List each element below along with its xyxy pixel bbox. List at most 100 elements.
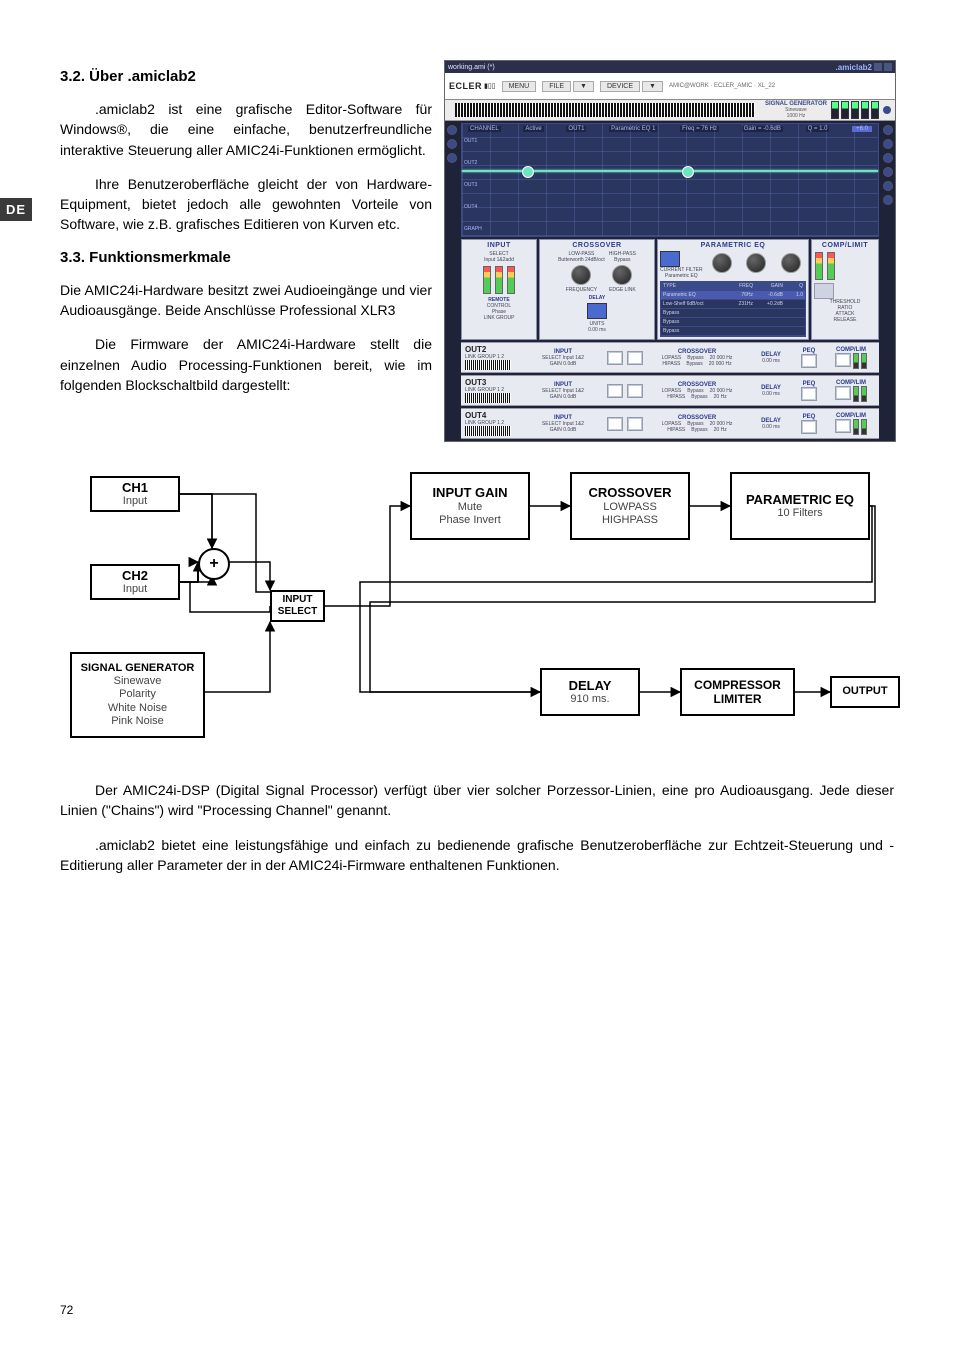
out-cl-button[interactable] [835,386,851,400]
box-complimiter: COMPRESSOR LIMITER [680,668,795,716]
panel-peq: PARAMETRIC EQ CURRENT FILTER Parametric … [657,239,809,340]
xover-freq-label: FREQUENCY [558,287,605,293]
xover-low-knob[interactable] [571,265,591,285]
app-toolbar: ECLER ▮▯▯ MENU FILE ▼ DEVICE ▼ AMIC@WORK… [445,73,895,100]
input-select-value[interactable]: Input 1&2add [464,257,534,263]
box-delay: DELAY 910 ms. [540,668,640,716]
out-cl-meter [861,419,867,435]
input-meter [495,266,503,294]
power-icon[interactable] [883,106,891,114]
out-delay-val[interactable]: 0.00 ms [762,424,780,430]
out-cl-meter [853,386,859,402]
graph-out: OUT1 [566,126,586,132]
heading-3-2: 3.2. Über .amiclab2 [60,68,432,85]
out-phase-button[interactable] [627,417,643,431]
out-input-gain[interactable]: GAIN 0.0dB [550,427,577,433]
paragraph-3: Die AMIC24i-Hardware besitzt zwei Audioe… [60,280,432,321]
peq-type-val[interactable]: Parametric EQ [660,273,703,279]
siggen-meters [831,101,879,119]
out-hipass: HIPASS [662,361,680,367]
block-diagram: CH1 Input CH2 Input + SIGNAL GENERATOR S… [60,462,894,762]
side-dot[interactable] [883,195,893,205]
xover-edgelink[interactable]: EDGE LINK [609,287,636,293]
out-hipass: HIPASS [667,427,685,433]
graph-edit-badge[interactable]: +6.0 [852,126,872,132]
out-strip[interactable]: OUT2 LINK GROUP 1 2 INPUT SELECT Input 1… [461,342,879,373]
out-strip[interactable]: OUT4 LINK GROUP 1 2 INPUT SELECT Input 1… [461,408,879,439]
panel-input-title: INPUT [464,242,534,249]
paragraph-5: Der AMIC24i-DSP (Digital Signal Processo… [60,780,894,821]
titlebar-filename: working.ami (*) [448,64,495,71]
titlebar-min-icon[interactable] [874,63,882,71]
input-linkgroup[interactable]: LINK GROUP [464,315,534,321]
peq-q-knob[interactable] [781,253,801,273]
panel-input: INPUT SELECT Input 1&2add REMOTE CONTROL [461,239,537,340]
side-dot[interactable] [883,181,893,191]
out-phase-button[interactable] [627,384,643,398]
out-display [465,360,511,370]
eq-handle[interactable] [682,166,694,178]
paragraph-2: Ihre Benutzeroberfläche gleicht der von … [60,174,432,235]
out-cl-button[interactable] [835,419,851,433]
left-sidebar [445,121,459,441]
input-meter [483,266,491,294]
side-dot[interactable] [883,153,893,163]
out-mute-button[interactable] [607,351,623,365]
toolbar-logo-icon: ▮▯▯ [484,82,496,90]
panel-delay-title: DELAY [542,295,652,301]
out-cl-meter [861,353,867,369]
delay-display[interactable] [587,303,607,319]
xover-bypass[interactable]: Bypass [609,257,636,263]
siggen-display [455,103,755,117]
out-peq-button[interactable] [801,387,817,401]
side-dot[interactable] [883,167,893,177]
toolbar-file[interactable]: FILE [542,81,571,92]
page-number: 72 [60,1303,73,1317]
out-hipass-freq: 20 000 Hz [709,361,732,367]
graph-gain: Gain = -0.6dB [742,126,783,132]
titlebar-close-icon[interactable] [884,63,892,71]
out-peq-button[interactable] [801,420,817,434]
cl-display[interactable] [814,283,834,299]
toolbar-device[interactable]: DEVICE [600,81,640,92]
out-input-gain[interactable]: GAIN 0.0dB [550,394,577,400]
cl-release: RELEASE [814,317,876,323]
out-delay-val[interactable]: 0.00 ms [762,391,780,397]
out-name: OUT3 [465,378,507,387]
delay-value: 0.00 ms [542,327,652,333]
side-dot[interactable] [447,153,457,163]
out-hipass-type: Bypass [691,394,707,400]
out-cl-meter [861,386,867,402]
xover-high-knob[interactable] [612,265,632,285]
out-phase-button[interactable] [627,351,643,365]
peq-gain-knob[interactable] [746,253,766,273]
paragraph-1: .amiclab2 ist eine grafische Editor-Soft… [60,99,432,160]
input-meter [507,266,515,294]
eq-handle[interactable] [522,166,534,178]
out-mute-button[interactable] [607,384,623,398]
out-delay-val[interactable]: 0.00 ms [762,358,780,364]
panel-peq-title: PARAMETRIC EQ [660,242,806,249]
eq-graph[interactable]: CHANNEL Active OUT1 Parametric EQ 1 Freq… [461,123,879,237]
xover-type-val[interactable]: Butterworth 24dB/oct [558,257,605,263]
toolbar-logo: ECLER [449,81,482,91]
peq-filter-table[interactable]: TYPE FREQ GAIN Q Parametric EQ 76Hz -0.6… [660,281,806,337]
peq-current-filter[interactable] [660,251,680,267]
peq-freq-knob[interactable] [712,253,732,273]
box-peq: PARAMETRIC EQ 10 Filters [730,472,870,540]
out-strip[interactable]: OUT3 LINK GROUP 1 2 INPUT SELECT Input 1… [461,375,879,406]
out-display [465,393,511,403]
paragraph-4: Die Firmware der AMIC24i-Hardware stellt… [60,334,432,395]
side-dot[interactable] [447,125,457,135]
toolbar-menu[interactable]: MENU [502,81,537,92]
out-mute-button[interactable] [607,417,623,431]
box-ch1: CH1 Input [90,476,180,512]
side-dot[interactable] [883,125,893,135]
out-cl-button[interactable] [835,353,851,367]
side-dot[interactable] [447,139,457,149]
side-dot[interactable] [883,139,893,149]
panel-complim: COMP/LIMIT THRESHOLD RATIO [811,239,879,340]
graph-strip-labels: OUT1 OUT2 OUT3 OUT4 GRAPH [464,138,494,232]
out-input-gain[interactable]: GAIN 0.0dB [550,361,577,367]
out-peq-button[interactable] [801,354,817,368]
